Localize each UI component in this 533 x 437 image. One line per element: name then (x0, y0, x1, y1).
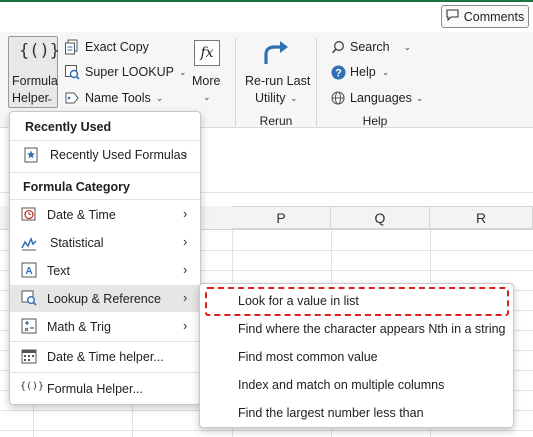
chevron-down-icon: ⌄ (415, 92, 424, 103)
braces-icon: {()} (20, 381, 45, 392)
find-nth-character-item[interactable]: Find where the character appears Nth in … (238, 322, 506, 336)
trend-line-icon (21, 235, 37, 251)
search-label: Search (350, 40, 390, 54)
largest-less-than-item[interactable]: Find the largest number less than (238, 406, 424, 420)
menu-divider (10, 199, 200, 200)
languages-icon (330, 90, 346, 106)
date-time-helper-item[interactable]: Date & Time helper... (10, 343, 200, 370)
star-list-icon (23, 147, 39, 163)
super-lookup-label: Super LOOKUP (85, 65, 174, 79)
accent-line (0, 0, 533, 2)
languages-button[interactable]: Languages ⌄ (330, 90, 423, 106)
math-trig-label: Math & Trig (47, 320, 111, 334)
formula-helper-label: Formula Helper... (47, 382, 143, 396)
formula-helper-item[interactable]: {()} Formula Helper... (10, 375, 200, 402)
gridline (0, 430, 533, 431)
chevron-down-icon: ⌄ (203, 92, 211, 102)
exact-copy-button[interactable]: Exact Copy (64, 39, 149, 55)
chevron-down-icon: ⌄ (178, 66, 187, 77)
recently-used-header: Recently Used (25, 120, 112, 134)
help-group-label: Help (362, 114, 388, 128)
chevron-right-icon: › (183, 146, 188, 161)
chevron-down-icon: ⌄ (403, 41, 412, 52)
text-item[interactable]: A Text › (10, 257, 200, 284)
lookup-reference-item[interactable]: Lookup & Reference › (10, 285, 200, 312)
text-icon: A (21, 262, 37, 278)
date-time-label: Date & Time (47, 208, 116, 222)
math-icon (21, 318, 37, 334)
more-label: More (192, 74, 221, 88)
help-icon: ? (330, 64, 346, 80)
date-time-item[interactable]: Date & Time › (10, 201, 200, 228)
chevron-down-icon: ⌄ (155, 92, 164, 103)
ribbon-divider (235, 38, 236, 126)
formula-category-header: Formula Category (23, 180, 130, 194)
chevron-right-icon: › (183, 262, 188, 277)
statistical-item[interactable]: Statistical › (10, 229, 200, 256)
recently-used-formulas-item[interactable]: Recently Used Formulas › (10, 142, 200, 169)
menu-divider (10, 372, 200, 373)
chevron-down-icon: ⌄ (46, 93, 54, 103)
column-header-r[interactable]: R (430, 206, 533, 229)
lookup-icon (64, 64, 80, 80)
menu-divider (10, 172, 200, 173)
most-common-value-item[interactable]: Find most common value (238, 350, 378, 364)
ribbon-divider (316, 38, 317, 126)
statistical-label: Statistical (50, 236, 104, 250)
chevron-down-icon: ⌄ (290, 93, 298, 103)
formula-helper-button[interactable]: {()} Formula Helper ⌄ (8, 36, 60, 108)
clock-calendar-icon (21, 206, 37, 222)
formula-helper-line1: Formula (12, 74, 58, 88)
exact-copy-label: Exact Copy (85, 40, 149, 54)
more-button[interactable]: fx More ⌄ (188, 38, 226, 108)
formula-helper-line2: Helper (12, 91, 49, 105)
lookup-icon (21, 290, 37, 306)
rerun-line1: Re-run Last (245, 74, 311, 88)
look-for-value-item[interactable]: Look for a value in list (238, 294, 359, 308)
search-button[interactable]: Search ⌄ (330, 39, 411, 55)
comment-icon (446, 9, 459, 24)
help-button[interactable]: ? Help ⌄ (330, 64, 389, 80)
chevron-right-icon: › (183, 318, 188, 333)
svg-text:?: ? (335, 67, 342, 79)
menu-divider (10, 140, 200, 141)
comments-label: Comments (463, 9, 525, 24)
name-tools-button[interactable]: Name Tools ⌄ (64, 90, 163, 106)
chevron-right-icon: › (183, 206, 188, 221)
copy-icon (64, 39, 80, 55)
chevron-right-icon: › (183, 290, 188, 305)
menu-divider (10, 341, 200, 342)
rerun-line2: Utility (255, 91, 286, 105)
super-lookup-button[interactable]: Super LOOKUP ⌄ (64, 64, 186, 80)
name-tools-label: Name Tools (85, 91, 151, 105)
text-label: Text (47, 264, 70, 278)
svg-text:A: A (25, 266, 32, 277)
date-time-helper-label: Date & Time helper... (47, 350, 164, 364)
name-tag-icon (64, 90, 80, 106)
comments-button[interactable]: Comments (441, 5, 529, 28)
search-icon (330, 39, 346, 55)
column-header-p[interactable]: P (232, 206, 331, 229)
chevron-right-icon: › (183, 234, 188, 249)
rerun-button[interactable]: Re-run Last Utility ⌄ (243, 38, 311, 108)
function-icon: fx (194, 40, 220, 66)
rerun-group-label: Rerun (259, 114, 293, 128)
calendar-icon (21, 348, 37, 364)
redo-arrow-icon (261, 40, 291, 71)
languages-label: Languages (350, 91, 412, 105)
chevron-down-icon: ⌄ (381, 66, 390, 77)
math-trig-item[interactable]: Math & Trig › (10, 313, 200, 340)
index-match-multiple-item[interactable]: Index and match on multiple columns (238, 378, 444, 392)
braces-icon: {()} (19, 41, 60, 61)
column-header-q[interactable]: Q (331, 206, 430, 229)
help-label: Help (350, 65, 376, 79)
recently-used-formulas-label: Recently Used Formulas (50, 148, 187, 162)
lookup-reference-label: Lookup & Reference (47, 292, 161, 306)
